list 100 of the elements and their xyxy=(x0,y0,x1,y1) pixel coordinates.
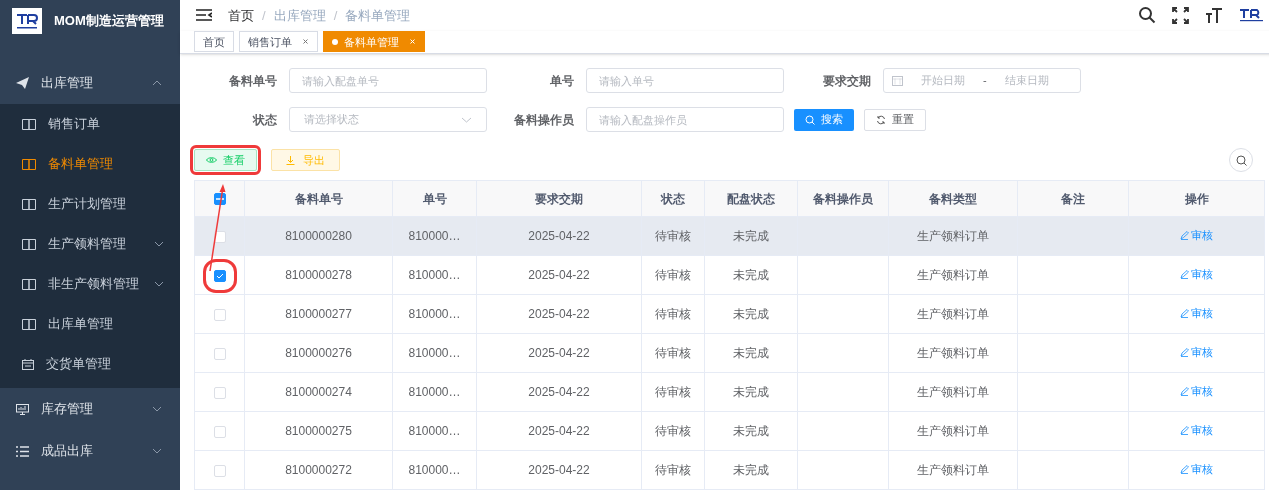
paper-plane-icon xyxy=(16,77,29,89)
table-cell: 待审核 xyxy=(655,307,691,321)
book-icon xyxy=(22,238,36,250)
table-cell: 生产领料订单 xyxy=(917,463,989,477)
input-field[interactable]: 请输入单号 xyxy=(586,68,784,93)
table-cell: 未完成 xyxy=(733,268,769,282)
input-field[interactable]: 请输入配盘操作员 xyxy=(586,107,784,132)
download-icon xyxy=(286,155,295,165)
edit-icon xyxy=(1180,348,1189,357)
book-icon xyxy=(22,118,36,130)
close-icon[interactable] xyxy=(302,38,309,46)
review-link[interactable]: 审核 xyxy=(1180,383,1213,400)
logo-icon xyxy=(12,8,42,34)
input-field[interactable]: 请输入配盘单号 xyxy=(289,68,487,93)
table-cell: 2025-04-22 xyxy=(528,385,590,399)
filter-label: 备料单号 xyxy=(228,72,278,90)
edit-icon xyxy=(1180,426,1189,435)
column-header: 操作 xyxy=(1128,180,1265,217)
table-cell: 810000… xyxy=(408,346,461,360)
search-icon[interactable] xyxy=(1138,6,1156,25)
column-header: 备料操作员 xyxy=(797,180,889,217)
logo-icon xyxy=(1239,7,1263,24)
table-cell: 生产领料订单 xyxy=(917,307,989,321)
reset-button[interactable]: 重置 xyxy=(864,108,926,131)
edit-icon xyxy=(1180,309,1189,318)
eye-icon xyxy=(206,156,217,164)
table-cell: 810000… xyxy=(408,385,461,399)
table-cell: 待审核 xyxy=(655,463,691,477)
review-link[interactable]: 审核 xyxy=(1180,305,1213,322)
book-icon xyxy=(22,318,36,330)
table-cell: 未完成 xyxy=(733,229,769,243)
book-icon xyxy=(22,158,36,170)
column-header: 状态 xyxy=(641,180,705,217)
text-size-icon[interactable] xyxy=(1205,6,1223,24)
table-cell: 2025-04-22 xyxy=(528,346,590,360)
tab[interactable]: 首页 xyxy=(194,31,234,53)
filter-label: 要求交期 xyxy=(822,72,872,90)
chevron-icon xyxy=(152,406,162,412)
column-header: 备料单号 xyxy=(244,180,393,217)
sidebar-item[interactable]: 非生产领料管理 xyxy=(0,264,180,304)
sidebar-item[interactable]: 生产计划管理 xyxy=(0,184,180,224)
minus-icon xyxy=(215,198,224,201)
table-cell: 2025-04-22 xyxy=(528,424,590,438)
calendar-icon xyxy=(892,75,903,86)
table-cell: 待审核 xyxy=(655,346,691,360)
table-cell: 8100000277 xyxy=(285,307,352,321)
table-cell: 生产领料订单 xyxy=(917,385,989,399)
table-cell: 生产领料订单 xyxy=(917,229,989,243)
chevron-icon xyxy=(152,448,162,454)
search-icon xyxy=(1235,154,1247,166)
table-cell: 8100000278 xyxy=(285,268,352,282)
breadcrumb-separator: / xyxy=(262,6,266,25)
table-cell: 生产领料订单 xyxy=(917,346,989,360)
review-link[interactable]: 审核 xyxy=(1180,266,1213,283)
table-cell: 生产领料订单 xyxy=(917,424,989,438)
app-title: MOM制造运营管理 xyxy=(54,12,164,31)
list-icon xyxy=(16,445,29,457)
refresh-icon xyxy=(876,114,886,125)
table-cell: 810000… xyxy=(408,424,461,438)
table-cell: 未完成 xyxy=(733,463,769,477)
sidebar-item[interactable]: 备料单管理 xyxy=(0,144,180,184)
breadcrumb-item[interactable]: 首页 xyxy=(228,5,254,25)
table-cell: 8100000276 xyxy=(285,346,352,360)
review-link[interactable]: 审核 xyxy=(1180,344,1213,361)
table-cell: 未完成 xyxy=(733,346,769,360)
edit-icon xyxy=(1180,231,1189,240)
table-cell: 8100000280 xyxy=(285,229,352,243)
table-cell: 未完成 xyxy=(733,385,769,399)
table-cell: 未完成 xyxy=(733,424,769,438)
calendar-icon xyxy=(22,358,34,370)
column-header: 备料类型 xyxy=(888,180,1018,217)
sidebar-item[interactable]: 生产领料管理 xyxy=(0,224,180,264)
filter-label: 状态 xyxy=(251,111,278,129)
date-range-field[interactable]: 开始日期 - 结束日期 xyxy=(883,68,1081,93)
column-header: 备注 xyxy=(1017,180,1129,217)
table-cell: 8100000272 xyxy=(285,463,352,477)
table-cell: 2025-04-22 xyxy=(528,229,590,243)
filter-label: 备料操作员 xyxy=(513,111,575,129)
table-cell: 8100000274 xyxy=(285,385,352,399)
table-cell: 810000… xyxy=(408,229,461,243)
table-cell: 未完成 xyxy=(733,307,769,321)
menu-icon[interactable] xyxy=(196,9,212,22)
review-link[interactable]: 审核 xyxy=(1180,461,1213,478)
breadcrumb-separator: / xyxy=(333,6,338,25)
book-icon xyxy=(22,198,36,210)
table-cell: 待审核 xyxy=(655,268,691,282)
sidebar-item[interactable]: 出库单管理 xyxy=(0,304,180,344)
check-icon xyxy=(215,272,224,279)
column-header: 配盘状态 xyxy=(704,180,798,217)
chevron-icon xyxy=(461,116,472,123)
breadcrumb-item: 备料单管理 xyxy=(345,6,411,25)
filter-label: 单号 xyxy=(549,72,575,90)
sidebar-item[interactable]: 销售订单 xyxy=(0,104,180,144)
table-cell: 生产领料订单 xyxy=(917,268,989,282)
tab[interactable]: 销售订单 xyxy=(239,31,318,53)
sidebar-item[interactable]: 交货单管理 xyxy=(0,344,180,384)
table-cell: 2025-04-22 xyxy=(528,268,590,282)
review-link[interactable]: 审核 xyxy=(1180,422,1213,439)
table-cell: 2025-04-22 xyxy=(528,307,590,321)
fullscreen-icon[interactable] xyxy=(1172,6,1189,24)
